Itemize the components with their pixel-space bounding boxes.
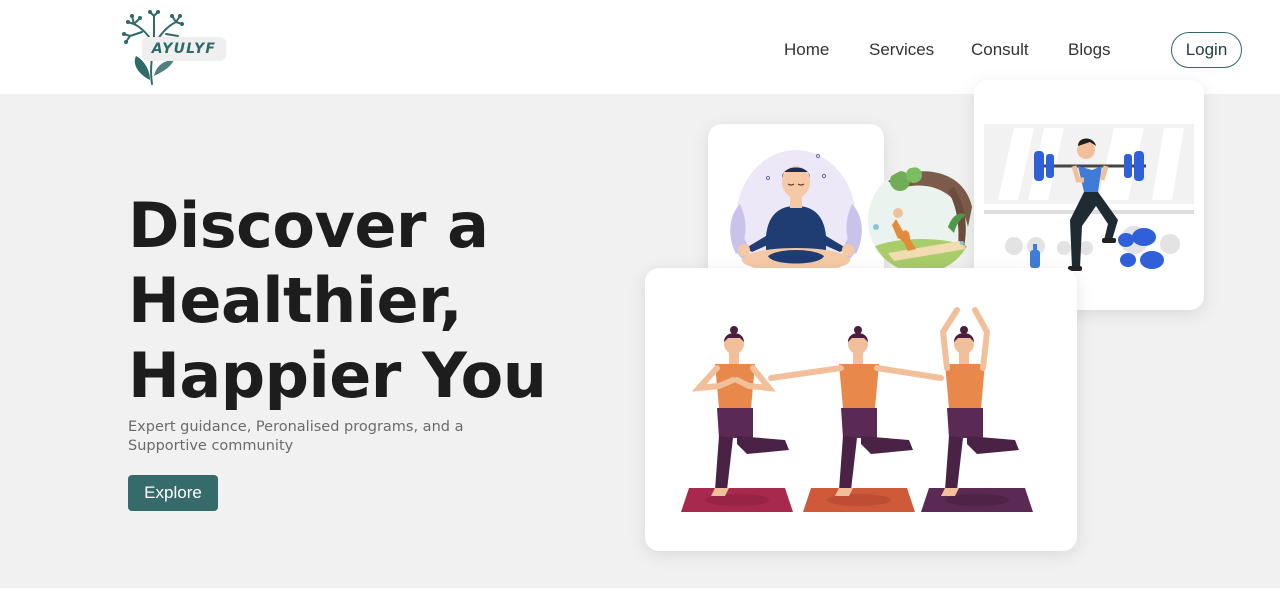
tree-pose-yoga-illustration <box>681 307 1033 512</box>
hero-subtitle: Expert guidance, Peronalised programs, a… <box>128 419 464 454</box>
yoga-figure <box>768 326 944 496</box>
yoga-figure <box>939 307 1019 496</box>
outdoor-yoga-circle <box>868 167 974 273</box>
hero-title-line: Discover a <box>128 189 489 262</box>
nav-home[interactable]: Home <box>784 40 829 60</box>
logo-wordmark: AYULYF <box>142 37 226 61</box>
tree-pose-yoga-card <box>645 268 1077 551</box>
nav-consult[interactable]: Consult <box>971 40 1029 60</box>
hero-title-line: Happier You <box>128 339 547 412</box>
yoga-figure <box>691 326 789 496</box>
nav-blogs[interactable]: Blogs <box>1068 40 1111 60</box>
hero-title-line: Healthier, <box>128 264 463 337</box>
hero-title: Discover a Healthier, Happier You <box>128 188 598 413</box>
login-button[interactable]: Login <box>1171 32 1242 68</box>
explore-button[interactable]: Explore <box>128 475 218 511</box>
outdoor-yoga-illustration <box>868 167 974 273</box>
nav-services[interactable]: Services <box>869 40 934 60</box>
ayulyf-logo[interactable]: AYULYF <box>120 10 230 86</box>
